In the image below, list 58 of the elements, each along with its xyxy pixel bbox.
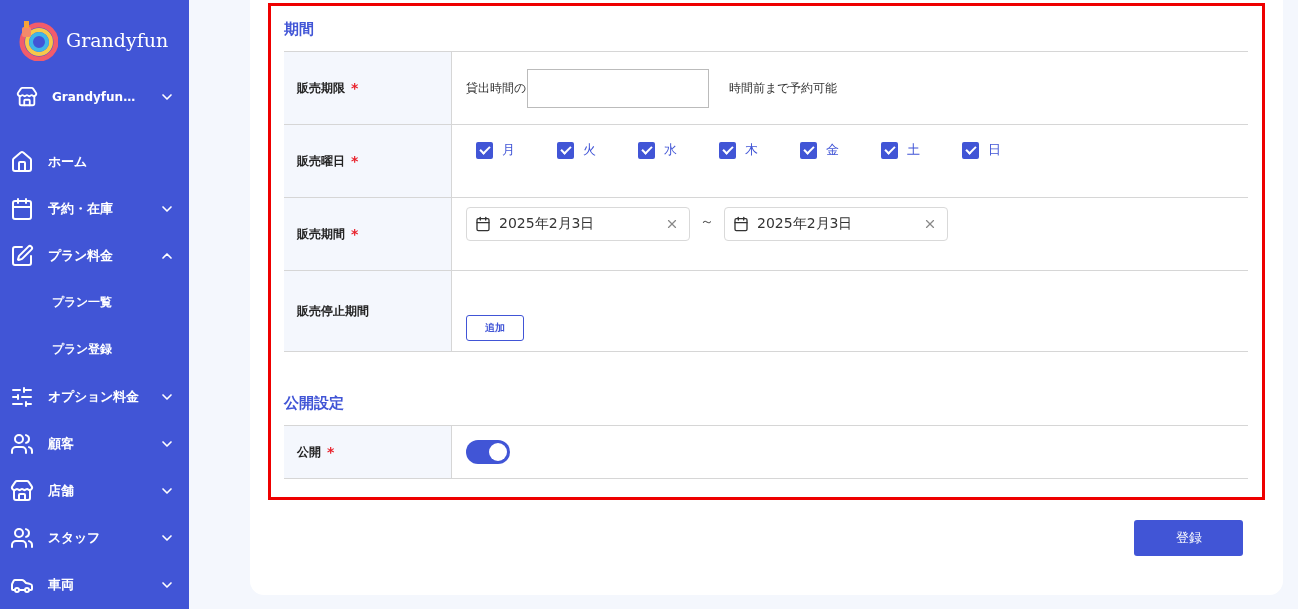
- submit-button[interactable]: 登録: [1134, 520, 1243, 556]
- calendar-icon: [733, 216, 749, 232]
- nav-item[interactable]: スタッフ: [0, 514, 189, 561]
- field-prefix: 貸出時間の: [466, 79, 526, 97]
- add-button[interactable]: 追加: [466, 315, 524, 341]
- store-icon: [10, 478, 34, 503]
- users-icon: [10, 525, 34, 550]
- edit-icon: [10, 243, 34, 268]
- section-title: 公開設定: [284, 393, 345, 414]
- required-mark: *: [351, 153, 359, 169]
- store-icon: [16, 86, 38, 108]
- calendar-icon: [475, 216, 491, 232]
- field-label: 公開: [297, 443, 321, 461]
- checkbox[interactable]: [476, 141, 493, 159]
- checkbox[interactable]: [800, 141, 817, 159]
- hours-input[interactable]: [527, 68, 709, 108]
- day-label: 月: [502, 141, 515, 159]
- clear-icon[interactable]: [665, 217, 679, 231]
- day-label: 木: [745, 141, 758, 159]
- checkbox[interactable]: [638, 141, 655, 159]
- date-field[interactable]: 2025年2月3日: [466, 207, 690, 241]
- nav-subitem[interactable]: プラン一覧: [0, 279, 189, 326]
- logo-text: Grandyfun: [66, 29, 169, 51]
- field-label: 販売停止期間: [297, 302, 369, 320]
- users-icon: [10, 431, 34, 456]
- day-label: 日: [988, 141, 1001, 159]
- clear-icon[interactable]: [923, 217, 937, 231]
- date-field[interactable]: 2025年2月3日: [724, 207, 948, 241]
- checkbox[interactable]: [962, 141, 979, 159]
- nav-item[interactable]: 車両: [0, 561, 189, 608]
- store-selector[interactable]: Grandyfun…: [0, 64, 189, 130]
- required-mark: *: [327, 444, 335, 460]
- range-separator: ～: [700, 213, 714, 231]
- field-suffix: 時間前まで予約可能: [729, 79, 837, 97]
- day-label: 火: [583, 141, 596, 159]
- nav-subitem[interactable]: プラン登録: [0, 326, 189, 373]
- nav-item[interactable]: プラン料金: [0, 232, 189, 279]
- checkbox[interactable]: [557, 141, 574, 159]
- checkbox[interactable]: [719, 141, 736, 159]
- nav-item[interactable]: オプション料金: [0, 373, 189, 420]
- nav-item[interactable]: 店舗: [0, 467, 189, 514]
- field-label: 販売期限: [297, 79, 345, 97]
- required-mark: *: [351, 80, 359, 96]
- toggle-switch[interactable]: [466, 440, 510, 464]
- day-label: 土: [907, 141, 920, 159]
- field-label: 販売曜日: [297, 152, 345, 170]
- nav-item[interactable]: 顧客: [0, 420, 189, 467]
- section-title: 期間: [284, 19, 315, 40]
- calendar-icon: [10, 196, 34, 221]
- house-icon: [10, 149, 34, 174]
- field-label: 販売期間: [297, 225, 345, 243]
- checkbox[interactable]: [881, 141, 898, 159]
- sliders-icon: [10, 384, 34, 409]
- nav-item[interactable]: 予約・在庫: [0, 185, 189, 232]
- day-label: 水: [664, 141, 677, 159]
- day-label: 金: [826, 141, 839, 159]
- required-mark: *: [351, 226, 359, 242]
- nav-item[interactable]: ホーム: [0, 138, 189, 185]
